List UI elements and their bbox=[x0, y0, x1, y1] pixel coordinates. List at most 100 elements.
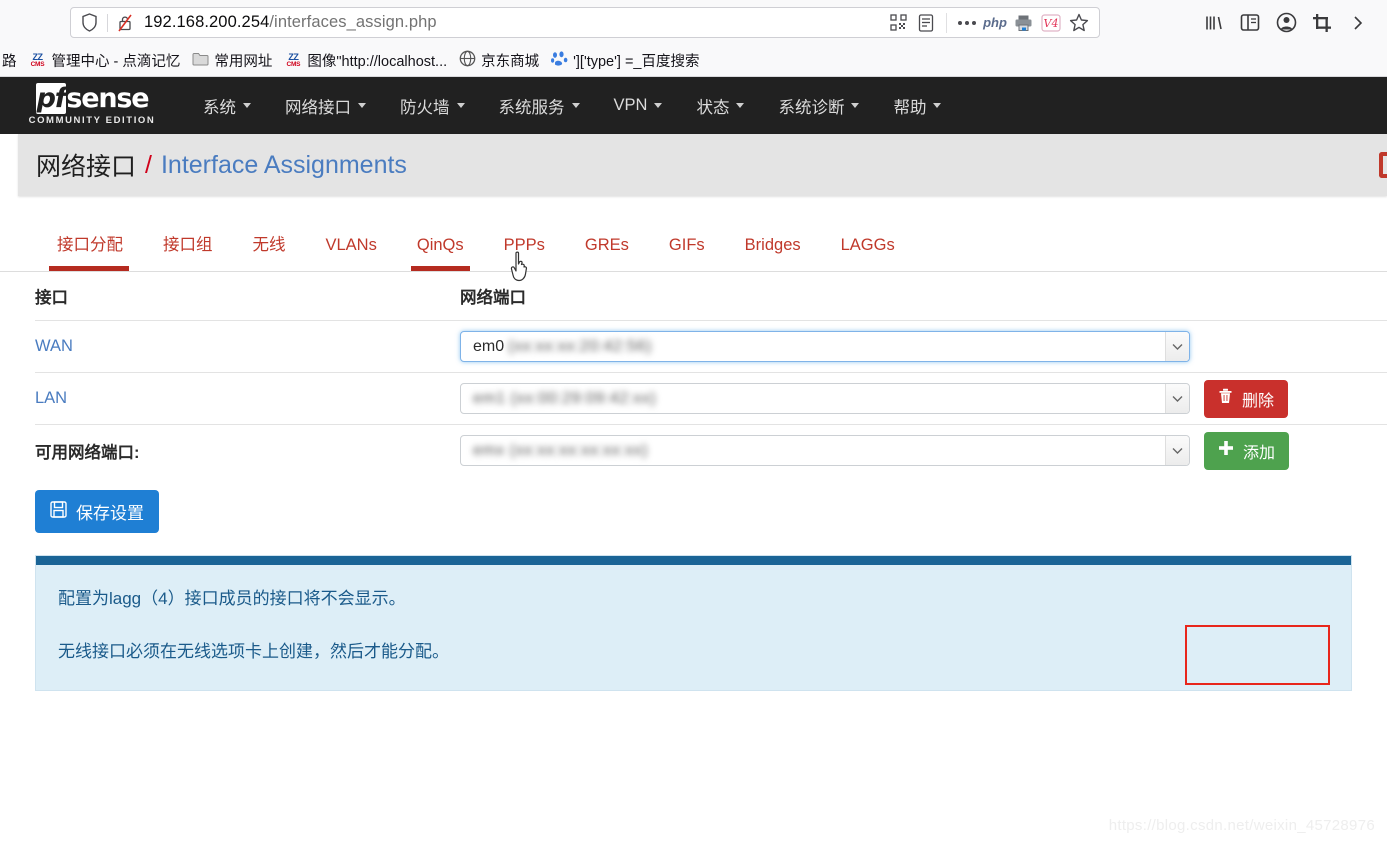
url-divider bbox=[107, 13, 108, 32]
bookmark-label: 京东商城 bbox=[481, 54, 540, 70]
bookmark-item[interactable]: 京东商城 bbox=[453, 48, 545, 73]
nav-item-services[interactable]: 系统服务 bbox=[482, 88, 597, 124]
address-bar[interactable]: 192.168.200.254/interfaces_assign.php ph… bbox=[70, 7, 1100, 38]
tab-qinqs[interactable]: QinQs bbox=[397, 236, 484, 271]
browser-toolbar-right bbox=[1197, 8, 1379, 38]
port-select-prefix: em0 bbox=[473, 337, 505, 355]
bookmark-label: 路 bbox=[2, 54, 17, 70]
info-panel-header bbox=[36, 556, 1351, 565]
pfsense-logo[interactable]: pfsense COMMUNITY EDITION bbox=[16, 83, 168, 126]
nav-item-system[interactable]: 系统 bbox=[186, 88, 268, 124]
port-select-value-redacted: em1 (xx:00:29:09:42:xx) bbox=[473, 389, 657, 407]
tab-interface-assignments[interactable]: 接口分配 bbox=[35, 231, 143, 271]
shield-icon[interactable] bbox=[77, 13, 101, 32]
brand-pf: pf bbox=[35, 83, 67, 114]
tab-label: VLANs bbox=[325, 236, 377, 254]
chevron-right-overflow-icon[interactable] bbox=[1341, 8, 1375, 38]
port-select-lan[interactable]: em1 (xx:00:29:09:42:xx) bbox=[460, 383, 1190, 414]
tab-bar: 接口分配 接口组 无线 VLANs QinQs PPPs GREs GIFs B… bbox=[0, 210, 1387, 282]
nav-label: 网络接口 bbox=[285, 98, 351, 117]
account-icon[interactable] bbox=[1269, 8, 1303, 38]
reader-view-icon[interactable] bbox=[912, 10, 940, 36]
page-content: 网络接口 / Interface Assignments 接口分配 接口组 无线… bbox=[0, 134, 1387, 844]
v4-extension-icon[interactable]: V4 bbox=[1037, 10, 1065, 36]
save-button[interactable]: 保存设置 bbox=[35, 490, 159, 533]
bookmark-item[interactable]: ZZ CMS 图像"http://localhost... bbox=[278, 48, 453, 73]
available-port-select[interactable]: emx (xx:xx:xx:xx:xx:xx) bbox=[460, 435, 1190, 466]
globe-icon bbox=[459, 50, 476, 71]
nav-label: 帮助 bbox=[893, 98, 927, 117]
bookmark-item[interactable]: ZZ CMS 管理中心 - 点滴记忆 bbox=[23, 48, 187, 73]
nav-item-firewall[interactable]: 防火墙 bbox=[383, 88, 482, 124]
printer-icon[interactable] bbox=[1009, 10, 1037, 36]
tab-bridges[interactable]: Bridges bbox=[725, 236, 821, 271]
bookmark-label: ']['type'] =_百度搜索 bbox=[573, 54, 700, 70]
nav-label: 系统服务 bbox=[498, 98, 565, 117]
broken-lock-icon[interactable] bbox=[114, 14, 136, 32]
screenshot-crop-icon[interactable] bbox=[1305, 8, 1339, 38]
url-host: 192.168.200.254 bbox=[144, 13, 270, 31]
add-button[interactable]: 添加 bbox=[1204, 431, 1290, 470]
delete-button[interactable]: 删除 bbox=[1204, 379, 1289, 418]
table-row: LAN em1 (xx:00:29:09:42:xx) 删除 bbox=[35, 372, 1387, 424]
port-select-wan[interactable]: em0 (xx:xx:xx:20:42:56) bbox=[460, 331, 1190, 362]
port-select-lan-wrap: em1 (xx:00:29:09:42:xx) bbox=[460, 383, 1190, 414]
breadcrumb: 网络接口 / Interface Assignments bbox=[18, 134, 1387, 196]
table-row: WAN em0 (xx:xx:xx:20:42:56) bbox=[35, 320, 1387, 372]
bookmark-label: 管理中心 - 点滴记忆 bbox=[51, 54, 181, 70]
tab-interface-groups[interactable]: 接口组 bbox=[143, 231, 233, 271]
bookmark-item[interactable]: 路 bbox=[0, 48, 23, 73]
svg-text:V4: V4 bbox=[1044, 17, 1059, 30]
zzcms-icon: ZZ CMS bbox=[30, 51, 45, 68]
chevron-down-icon bbox=[571, 103, 580, 108]
toolbar-divider bbox=[946, 12, 947, 33]
info-line: 无线接口必须在无线选项卡上创建，然后才能分配。 bbox=[58, 641, 449, 661]
chevron-down-icon bbox=[933, 103, 942, 108]
bookmark-item[interactable]: 常用网址 bbox=[186, 48, 278, 73]
breadcrumb-separator: / bbox=[145, 150, 152, 179]
qr-code-icon[interactable] bbox=[884, 10, 912, 36]
nav-item-vpn[interactable]: VPN bbox=[597, 90, 680, 121]
tab-laggs[interactable]: LAGGs bbox=[821, 236, 915, 271]
nav-label: VPN bbox=[613, 96, 648, 114]
tab-gres[interactable]: GREs bbox=[565, 236, 649, 271]
watermark: https://blog.csdn.net/weixin_45728976 bbox=[1108, 817, 1375, 834]
mouse-cursor-pointer bbox=[508, 251, 534, 283]
nav-label: 防火墙 bbox=[400, 98, 450, 117]
php-extension-icon[interactable]: php bbox=[981, 10, 1009, 36]
nav-item-diagnostics[interactable]: 系统诊断 bbox=[761, 88, 876, 124]
chevron-down-icon[interactable] bbox=[1165, 332, 1189, 361]
more-dots-icon[interactable] bbox=[953, 10, 981, 36]
tab-vlans[interactable]: VLANs bbox=[306, 236, 397, 271]
plus-icon bbox=[1218, 440, 1234, 461]
bookmark-star-icon[interactable] bbox=[1065, 10, 1093, 36]
interface-name-lan[interactable]: LAN bbox=[35, 389, 460, 408]
tab-gifs[interactable]: GIFs bbox=[649, 236, 725, 271]
table-header-row: 接口 网络端口 bbox=[35, 272, 1387, 320]
address-bar-actions: php V4 bbox=[884, 10, 1093, 36]
trash-icon bbox=[1218, 388, 1233, 409]
chevron-down-icon[interactable] bbox=[1165, 436, 1189, 465]
tab-hover-underline bbox=[410, 266, 470, 271]
tab-label: 无线 bbox=[252, 236, 286, 254]
breadcrumb-parent[interactable]: 网络接口 bbox=[36, 147, 136, 183]
chevron-down-icon bbox=[654, 103, 663, 108]
sidebar-icon[interactable] bbox=[1233, 8, 1267, 38]
save-row: 保存设置 bbox=[0, 476, 1387, 533]
library-icon[interactable] bbox=[1197, 8, 1231, 38]
interface-name-wan[interactable]: WAN bbox=[35, 337, 460, 356]
tab-label: 接口组 bbox=[163, 236, 213, 254]
brand-subtitle: COMMUNITY EDITION bbox=[28, 115, 156, 126]
chevron-down-icon[interactable] bbox=[1165, 384, 1189, 413]
bookmarks-bar: 路 ZZ CMS 管理中心 - 点滴记忆 常用网址 ZZ CMS 图像"http:/… bbox=[0, 45, 1387, 77]
bookmark-item[interactable]: ']['type'] =_百度搜索 bbox=[545, 48, 705, 73]
nav-item-interfaces[interactable]: 网络接口 bbox=[268, 88, 383, 124]
available-port-value-redacted: emx (xx:xx:xx:xx:xx:xx) bbox=[473, 441, 649, 459]
url-text[interactable]: 192.168.200.254/interfaces_assign.php bbox=[136, 13, 884, 32]
page-title: Interface Assignments bbox=[160, 150, 407, 179]
bookmark-label: 图像"http://localhost... bbox=[307, 54, 448, 70]
nav-item-status[interactable]: 状态 bbox=[679, 88, 761, 124]
tab-wireless[interactable]: 无线 bbox=[233, 231, 306, 271]
info-panel-body: 配置为lagg（4）接口成员的接口将不会显示。 无线接口必须在无线选项卡上创建，… bbox=[36, 565, 1351, 690]
nav-item-help[interactable]: 帮助 bbox=[876, 88, 958, 124]
